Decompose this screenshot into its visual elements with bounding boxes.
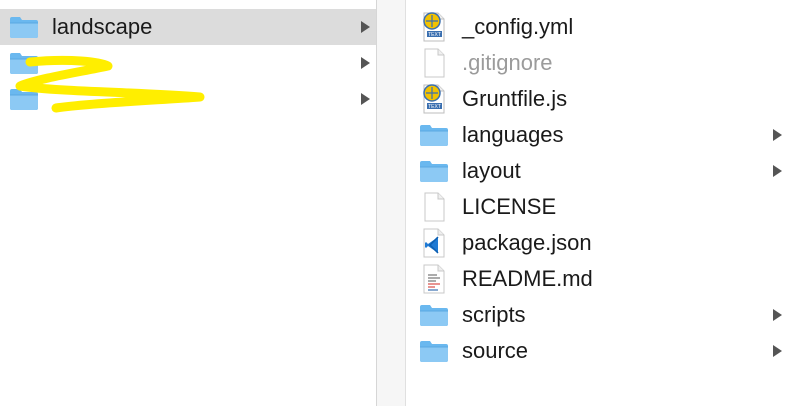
folder-icon [418, 153, 450, 189]
file-row-readme-md[interactable]: README.md [406, 261, 806, 297]
markdown-document-icon [418, 261, 450, 297]
file-name-label: layout [462, 158, 521, 183]
file-name-label: .gitignore [462, 50, 553, 75]
disclosure-chevron-icon[interactable] [770, 164, 784, 178]
file-row-landscape[interactable]: landscape [0, 9, 376, 45]
file-row-languages[interactable]: languages [406, 117, 806, 153]
file-row-redacted-2[interactable] [0, 81, 376, 117]
text-document-icon: TEXT [418, 81, 450, 117]
file-name-label: scripts [462, 302, 526, 327]
file-row-scripts[interactable]: scripts [406, 297, 806, 333]
vscode-document-icon [418, 225, 450, 261]
folder-icon [8, 45, 40, 81]
disclosure-chevron-icon[interactable] [770, 308, 784, 322]
disclosure-chevron-icon[interactable] [358, 92, 372, 106]
file-name-label: source [462, 338, 529, 363]
disclosure-chevron-icon[interactable] [358, 20, 372, 34]
folder-icon [8, 9, 40, 45]
folder-contents-column: TEXT _config.yml .gitignore TEXT Gruntfi… [406, 0, 806, 406]
file-row-source[interactable]: source [406, 333, 806, 369]
file-name-label: _config.yml [462, 14, 574, 39]
file-name-label: package.json [462, 230, 592, 255]
file-name-label: LICENSE [462, 194, 557, 219]
file-name-label: landscape [52, 14, 153, 39]
file-row-package-json[interactable]: package.json [406, 225, 806, 261]
folder-icon [418, 297, 450, 333]
disclosure-chevron-icon[interactable] [770, 128, 784, 142]
blank-document-icon [418, 189, 450, 225]
file-row-license[interactable]: LICENSE [406, 189, 806, 225]
file-row-config-yml[interactable]: TEXT _config.yml [406, 9, 806, 45]
folder-icon [8, 81, 40, 117]
blank-document-icon [418, 45, 450, 81]
disclosure-chevron-icon[interactable] [358, 56, 372, 70]
folder-icon [418, 117, 450, 153]
svg-text:TEXT: TEXT [428, 104, 441, 110]
column-gap [377, 0, 406, 406]
disclosure-chevron-icon[interactable] [770, 344, 784, 358]
parent-folder-column: landscape [0, 0, 376, 406]
file-name-label: Gruntfile.js [462, 86, 568, 111]
file-row-gruntfile-js[interactable]: TEXT Gruntfile.js [406, 81, 806, 117]
text-document-icon: TEXT [418, 9, 450, 45]
folder-icon [418, 333, 450, 369]
svg-text:TEXT: TEXT [428, 32, 441, 38]
file-row-layout[interactable]: layout [406, 153, 806, 189]
file-row-gitignore[interactable]: .gitignore [406, 45, 806, 81]
file-name-label: languages [462, 122, 564, 147]
file-name-label: README.md [462, 266, 593, 291]
file-row-redacted-1[interactable] [0, 45, 376, 81]
